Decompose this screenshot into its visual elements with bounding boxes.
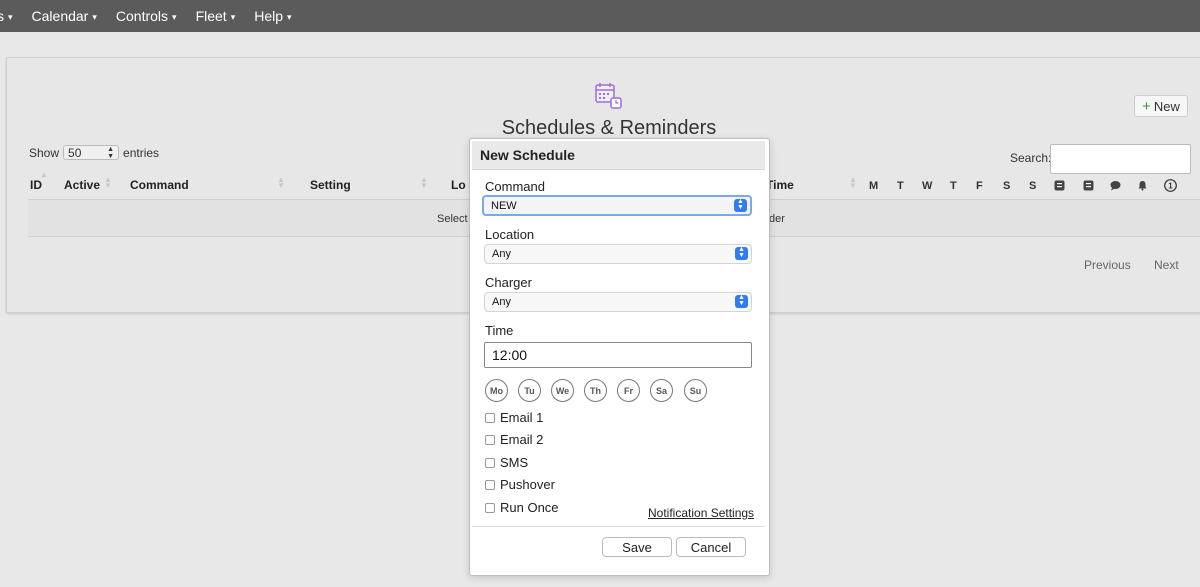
svg-text:1: 1	[1168, 182, 1173, 191]
run-once-checkbox[interactable]	[485, 502, 495, 513]
col-header-setting[interactable]: Setting	[310, 178, 351, 192]
day-toggle-tu[interactable]: Tu	[518, 379, 541, 402]
col-header-active[interactable]: Active	[64, 178, 100, 192]
entries-select[interactable]: 50 ▲ ▼	[63, 145, 120, 160]
sms-checkbox[interactable]	[485, 457, 495, 468]
search-label: Search:	[1010, 151, 1052, 165]
sort-icon: ▲	[40, 170, 48, 179]
email1-icon	[1054, 180, 1065, 191]
select-chevron-icon: ▲ ▼	[735, 294, 748, 308]
bell-icon	[1138, 181, 1147, 191]
pushover-checkbox[interactable]	[485, 479, 495, 490]
sort-icon: ▲ ▼	[849, 175, 857, 190]
pushover-option: Pushover	[485, 477, 555, 492]
charger-value: Any	[492, 296, 511, 308]
command-select[interactable]: NEW ▲ ▼	[482, 195, 752, 216]
time-value: 12:00	[492, 347, 528, 363]
sort-icon: ▲ ▼	[420, 175, 428, 190]
col-header-mon[interactable]: M	[869, 180, 878, 192]
sms-icon	[1110, 181, 1121, 191]
caret-down-icon: ▾	[287, 12, 292, 22]
caret-down-icon: ▾	[172, 12, 177, 22]
select-arrows-icon: ▲ ▼	[107, 145, 115, 160]
cancel-button[interactable]: Cancel	[676, 537, 746, 557]
email2-option: Email 2	[485, 432, 543, 447]
sort-icon: ▲ ▼	[277, 175, 285, 190]
day-toggle-su[interactable]: Su	[684, 379, 707, 402]
email1-label: Email 1	[500, 410, 544, 425]
new-schedule-button[interactable]: + New	[1134, 95, 1188, 117]
col-header-thu[interactable]: T	[950, 180, 957, 192]
show-entries: Show 50 ▲ ▼ entries	[29, 145, 159, 160]
save-button[interactable]: Save	[602, 537, 672, 557]
location-select[interactable]: Any ▲ ▼	[484, 244, 752, 264]
caret-down-icon: ▾	[92, 12, 97, 22]
time-input[interactable]: 12:00	[484, 342, 752, 368]
email1-option: Email 1	[485, 410, 543, 425]
caret-down-icon: ▾	[8, 12, 13, 22]
page-title: Schedules & Reminders	[501, 117, 717, 139]
charger-label: Charger	[485, 275, 532, 290]
empty-message-left: Select	[437, 213, 468, 225]
empty-message-right: der	[769, 213, 785, 225]
col-header-location[interactable]: Lo	[451, 178, 466, 192]
select-chevron-icon: ▲ ▼	[734, 198, 747, 212]
dialog-footer-divider	[472, 526, 765, 527]
day-toggle-sa[interactable]: Sa	[650, 379, 673, 402]
day-toggle-fr[interactable]: Fr	[617, 379, 640, 402]
calendar-icon	[595, 83, 622, 109]
nav-item-fleet[interactable]: Fleet ▾	[196, 8, 236, 24]
location-value: Any	[492, 248, 511, 260]
search-input[interactable]	[1050, 144, 1191, 174]
top-nav: s ▾ Calendar ▾ Controls ▾ Fleet ▾ Help ▾	[0, 0, 1200, 32]
email2-checkbox[interactable]	[485, 434, 495, 445]
sms-label: SMS	[500, 455, 529, 470]
day-toggle-mo[interactable]: Mo	[485, 379, 508, 402]
show-label: Show	[29, 145, 60, 160]
col-header-sun[interactable]: S	[1029, 180, 1036, 192]
nav-item-controls[interactable]: Controls ▾	[116, 8, 177, 24]
plus-icon: +	[1142, 97, 1151, 115]
run-once-option: Run Once	[485, 500, 559, 515]
col-header-sat[interactable]: S	[1003, 180, 1010, 192]
entries-label: entries	[123, 145, 160, 160]
col-header-wed[interactable]: W	[922, 180, 932, 192]
col-header-tue[interactable]: T	[897, 180, 904, 192]
email2-label: Email 2	[500, 432, 544, 447]
day-toggle-we[interactable]: We	[551, 379, 574, 402]
col-header-id[interactable]: ID	[30, 178, 42, 192]
email2-icon	[1083, 180, 1094, 191]
email1-checkbox[interactable]	[485, 412, 495, 423]
command-label: Command	[485, 179, 545, 194]
caret-down-icon: ▾	[230, 12, 236, 22]
pagination-next[interactable]: Next	[1154, 258, 1179, 272]
pagination-previous[interactable]: Previous	[1084, 258, 1131, 272]
time-label: Time	[485, 323, 514, 338]
col-header-fri[interactable]: F	[976, 180, 983, 192]
select-chevron-icon: ▲ ▼	[735, 246, 748, 260]
nav-item-help[interactable]: Help ▾	[254, 8, 291, 24]
notification-settings-link[interactable]: Notification Settings	[648, 506, 754, 520]
col-header-time[interactable]: Time	[766, 178, 794, 192]
charger-select[interactable]: Any ▲ ▼	[484, 292, 752, 312]
run-once-icon: 1	[1164, 179, 1177, 192]
sort-icon: ▲ ▼	[104, 175, 112, 190]
new-button-label: New	[1153, 98, 1180, 114]
nav-item-calendar[interactable]: Calendar ▾	[32, 8, 97, 24]
pushover-label: Pushover	[500, 477, 555, 492]
entries-value: 50	[68, 145, 82, 160]
location-label: Location	[485, 227, 535, 242]
command-value: NEW	[491, 200, 517, 212]
col-header-command[interactable]: Command	[130, 178, 189, 192]
dialog-title: New Schedule	[480, 147, 575, 163]
nav-item-partial[interactable]: s ▾	[0, 8, 13, 24]
run-once-label: Run Once	[500, 500, 559, 515]
sms-option: SMS	[485, 455, 528, 470]
day-toggle-th[interactable]: Th	[584, 379, 607, 402]
